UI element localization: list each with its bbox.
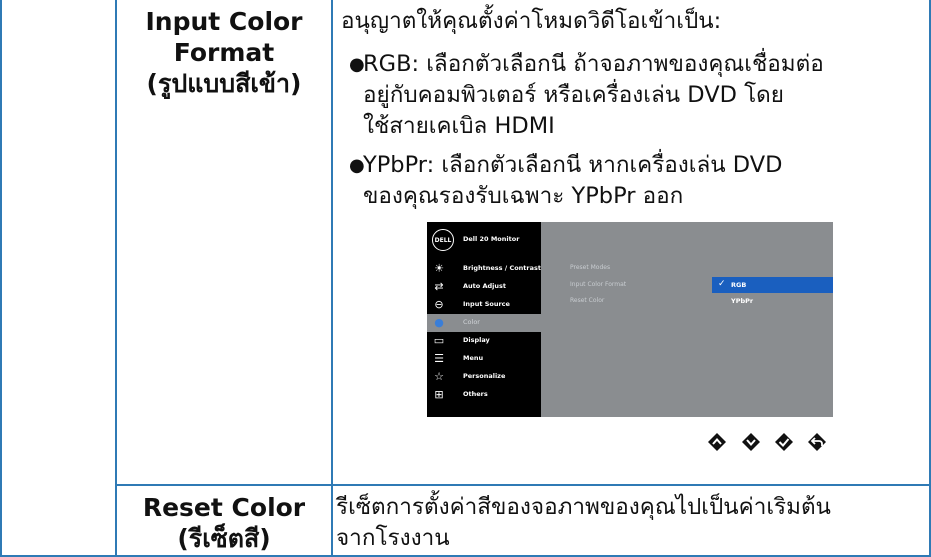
osd-item-label: Auto Adjust: [463, 282, 507, 290]
osd-item-label: Personalize: [463, 372, 506, 380]
color-icon: ●: [434, 316, 444, 329]
bullet-line: อยู่กับคอมพิวเตอร์ หรือเครื่องเล่น DVD โ…: [363, 82, 784, 108]
star-icon: ☆: [434, 370, 444, 383]
osd-item-menu[interactable]: ☰ Menu: [427, 350, 541, 368]
osd-title: Dell 20 Monitor: [463, 235, 520, 243]
label-line: Input Color: [145, 7, 303, 36]
table-border-col2: [331, 0, 333, 557]
desc-line: จากโรงงาน: [336, 525, 450, 551]
osd-item-personalize[interactable]: ☆ Personalize: [427, 368, 541, 386]
label-line: Reset Color: [142, 493, 306, 522]
bullet-dot: ●: [349, 54, 365, 75]
bullet-line: ของคุณรองรับเฉพาะ YPbPr ออก: [363, 183, 684, 209]
osd-item-display[interactable]: ▭ Display: [427, 332, 541, 350]
osd-item-label: Others: [463, 390, 488, 398]
osd-item-others[interactable]: ⊞ Others: [427, 386, 541, 404]
osd-item-label: Input Source: [463, 300, 510, 308]
display-icon: ▭: [433, 334, 445, 347]
osd-item-auto-adjust[interactable]: ⇄ Auto Adjust: [427, 278, 541, 296]
desc-line: รีเซ็ตการตั้งค่าสีของจอภาพของคุณไปเป็นค่…: [336, 494, 831, 520]
input-color-format-label: Input Color Format (รูปแบบสีเข้า): [117, 6, 331, 99]
submenu-reset-color[interactable]: Reset Color: [570, 297, 604, 304]
osd-item-brightness[interactable]: ☀ Brightness / Contrast: [427, 260, 541, 278]
auto-adjust-icon: ⇄: [434, 280, 444, 293]
label-line: (รีเซ็ตสี): [177, 524, 271, 553]
bullet-dot: ●: [349, 155, 365, 176]
option-ypbpr[interactable]: YPbPr: [712, 293, 833, 309]
brightness-icon: ☀: [434, 262, 444, 275]
submenu-input-color-format[interactable]: Input Color Format: [570, 281, 626, 288]
osd-item-color[interactable]: ● Color: [427, 314, 541, 332]
up-button-icon[interactable]: [706, 431, 728, 453]
menu-icon: ☰: [434, 352, 444, 365]
bullet-line: ใช้สายเคเบิล HDMI: [363, 113, 555, 139]
ok-check-button-icon[interactable]: [773, 431, 795, 453]
option-rgb[interactable]: ✓ RGB: [712, 277, 833, 293]
option-label: YPbPr: [731, 297, 754, 305]
bullet-ypbpr: ● YPbPr: เลือกตัวเลือกนี หากเครื่องเล่น …: [349, 150, 783, 212]
down-button-icon[interactable]: [740, 431, 762, 453]
back-button-icon[interactable]: [806, 431, 828, 453]
input-color-format-intro: อนุญาตให้คุณตั้งค่าโหมดวิดีโอเข้าเป็น:: [341, 8, 722, 34]
table-row-divider: [115, 484, 931, 486]
check-icon: ✓: [718, 279, 726, 289]
label-line: (รูปแบบสีเข้า): [146, 69, 302, 98]
osd-item-label: Menu: [463, 354, 484, 362]
osd-item-label: Display: [463, 336, 490, 344]
submenu-preset-modes[interactable]: Preset Modes: [570, 264, 610, 271]
label-line: Format: [173, 38, 275, 67]
option-label: RGB: [731, 281, 747, 289]
osd-item-label: Color: [463, 318, 480, 326]
osd-item-label: Brightness / Contrast: [463, 264, 541, 272]
dell-logo: DELL: [432, 229, 454, 251]
osd-menu: DELL Dell 20 Monitor ☀ Brightness / Cont…: [427, 222, 833, 417]
table-border-left: [0, 0, 2, 557]
bullet-line: YPbPr: เลือกตัวเลือกนี หากเครื่องเล่น DV…: [363, 152, 783, 178]
reset-color-desc: รีเซ็ตการตั้งค่าสีของจอภาพของคุณไปเป็นค่…: [336, 492, 831, 554]
osd-item-input-source[interactable]: ⊖ Input Source: [427, 296, 541, 314]
reset-color-label: Reset Color (รีเซ็ตสี): [117, 492, 331, 554]
osd-header: DELL Dell 20 Monitor: [427, 222, 541, 260]
input-source-icon: ⊖: [434, 298, 444, 311]
bullet-line: RGB: เลือกตัวเลือกนี ถ้าจอภาพของคุณเชื่อ…: [363, 51, 824, 77]
others-icon: ⊞: [434, 388, 444, 401]
bullet-rgb: ● RGB: เลือกตัวเลือกนี ถ้าจอภาพของคุณเชื…: [349, 49, 824, 142]
